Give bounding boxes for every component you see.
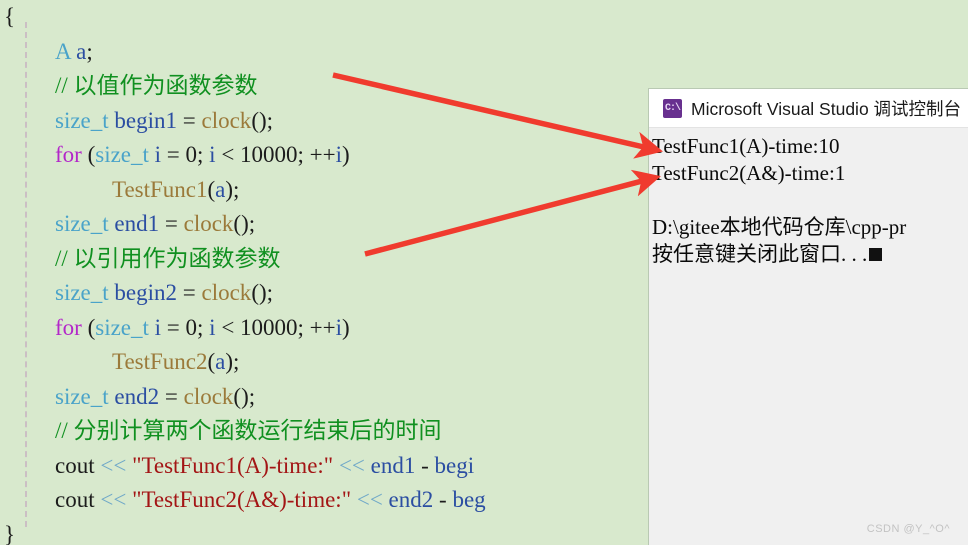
code-token: size_t (95, 314, 149, 340)
console-cursor (869, 248, 883, 261)
code-token: end1 (114, 211, 160, 236)
console-line-text: D:\gitee本地代码仓库\cpp-pr (652, 215, 907, 239)
code-token: < 10000; ++ (215, 142, 336, 167)
watermark: CSDN @Y_^O^ (866, 523, 950, 535)
code-token: "TestFunc2(A&)-time:" (132, 487, 352, 512)
code-token: = 0; (161, 142, 210, 167)
code-token: a (215, 349, 226, 374)
console-line: 按任意键关闭此窗口. . . (652, 241, 968, 268)
code-token: "TestFunc1(A)-time:" (132, 452, 334, 478)
code-token: cout (55, 452, 95, 478)
code-token: begin1 (114, 107, 178, 133)
code-token: clock (183, 211, 234, 236)
code-line[interactable]: TestFunc1(a); (0, 173, 700, 208)
code-token: beg (452, 487, 486, 512)
code-token: size_t (55, 211, 109, 236)
code-token: { (4, 4, 16, 29)
code-token: = (177, 280, 202, 305)
console-line: D:\gitee本地代码仓库\cpp-pr (652, 214, 968, 241)
console-title: Microsoft Visual Studio 调试控制台 (691, 98, 962, 119)
code-token: end2 (388, 487, 434, 512)
code-token: ) (342, 314, 350, 340)
code-token: cout (55, 487, 95, 512)
code-token: for (55, 142, 82, 167)
code-token: ); (225, 176, 240, 202)
code-line[interactable]: // 以值作为函数参数 (0, 69, 700, 104)
code-line[interactable]: TestFunc2(a); (0, 345, 700, 380)
code-line[interactable]: { (0, 0, 700, 35)
code-token: // 分别计算两个函数运行结束后的时间 (55, 418, 442, 443)
code-token: begi (434, 452, 475, 478)
console-line-text: TestFunc1(A)-time:10 (652, 134, 840, 158)
code-token: size_t (55, 107, 109, 133)
code-token: << (333, 452, 371, 478)
code-token: - (415, 452, 435, 478)
console-line-text: TestFunc2(A&)-time:1 (652, 161, 846, 185)
console-cmd-icon: C:\ (663, 98, 682, 118)
code-token: ( (81, 142, 96, 167)
code-line[interactable]: } (0, 518, 700, 545)
code-token: size_t (55, 383, 109, 409)
code-token: = (177, 107, 202, 133)
code-token: clock (201, 280, 252, 305)
code-token: << (351, 487, 389, 512)
code-line-list: {A a;// 以值作为函数参数 size_t begin1 = clock();… (0, 0, 700, 545)
code-token: ; (86, 38, 93, 64)
code-line[interactable]: for (size_t i = 0; i < 10000; ++i) (0, 311, 700, 346)
code-line[interactable]: // 分别计算两个函数运行结束后的时间 (0, 414, 700, 449)
code-token: // 以值作为函数参数 (55, 73, 258, 98)
code-token: A (55, 38, 71, 64)
code-token: << (94, 487, 133, 512)
code-token: clock (183, 383, 234, 409)
code-token: - (433, 487, 453, 512)
code-token: = (159, 211, 184, 236)
code-token: end2 (114, 383, 160, 409)
code-token: ); (225, 349, 240, 374)
code-line[interactable]: size_t end1 = clock(); (0, 207, 700, 242)
code-token: a (215, 176, 226, 202)
code-token: = (159, 383, 184, 409)
code-line[interactable]: size_t end2 = clock(); (0, 380, 700, 415)
code-line[interactable]: size_t begin1 = clock(); (0, 104, 700, 139)
code-token: (); (233, 383, 256, 409)
code-token: clock (201, 107, 252, 133)
code-token: ) (342, 142, 350, 167)
code-token: < 10000; ++ (215, 314, 336, 340)
code-token: ( (81, 314, 96, 340)
code-token: a (76, 38, 87, 64)
console-titlebar[interactable]: C:\ Microsoft Visual Studio 调试控制台 (649, 89, 968, 128)
code-token: (); (251, 280, 274, 305)
code-line[interactable]: for (size_t i = 0; i < 10000; ++i) (0, 138, 700, 173)
code-line[interactable]: size_t begin2 = clock(); (0, 276, 700, 311)
code-token: for (55, 314, 82, 340)
code-token: TestFunc1 (112, 176, 208, 202)
code-token: TestFunc2 (112, 349, 208, 374)
code-token: size_t (55, 280, 109, 305)
console-line: TestFunc1(A)-time:10 (652, 133, 968, 160)
screenshot-root: {A a;// 以值作为函数参数 size_t begin1 = clock();… (0, 0, 968, 545)
code-token: size_t (95, 142, 149, 167)
code-line[interactable]: cout << "TestFunc2(A&)-time:" << end2 - … (0, 483, 700, 518)
console-line: TestFunc2(A&)-time:1 (652, 160, 968, 187)
code-line[interactable]: A a; (0, 35, 700, 70)
code-token: = 0; (161, 314, 210, 340)
code-token: (); (233, 211, 256, 236)
code-token: end1 (370, 452, 416, 478)
code-line[interactable]: cout << "TestFunc1(A)-time:" << end1 - b… (0, 449, 700, 484)
code-token: // 以引用作为函数参数 (55, 245, 281, 271)
console-line-text: 按任意键关闭此窗口. . . (652, 242, 868, 266)
console-output[interactable]: TestFunc1(A)-time:10 TestFunc2(A&)-time:1… (649, 128, 968, 544)
code-token: begin2 (114, 280, 178, 305)
code-token: (); (251, 107, 274, 133)
code-token: } (4, 521, 16, 545)
debug-console-window[interactable]: C:\ Microsoft Visual Studio 调试控制台 TestFu… (648, 88, 968, 545)
code-token: << (94, 452, 133, 478)
code-line[interactable]: // 以引用作为函数参数 (0, 242, 700, 277)
